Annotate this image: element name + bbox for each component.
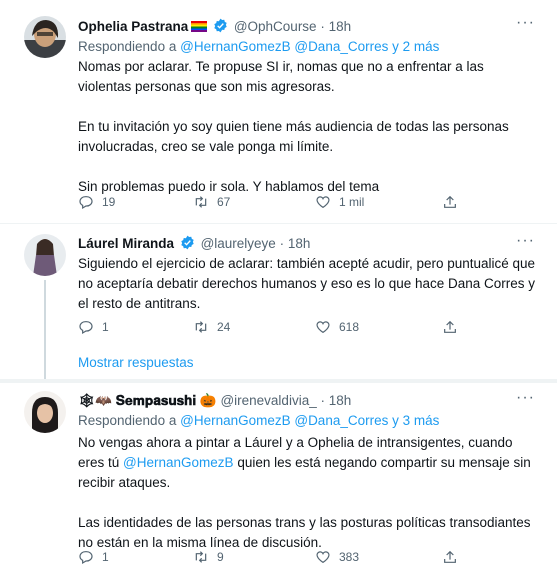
retweet-count: 24 <box>217 320 231 334</box>
retweet-icon <box>195 196 207 208</box>
tweet-time[interactable]: · 18h <box>280 236 311 251</box>
retweet-count: 9 <box>217 550 224 564</box>
author-name[interactable]: Láurel Miranda <box>78 236 174 251</box>
retweet-icon <box>195 321 207 333</box>
reply-icon <box>79 551 93 565</box>
avatar-ophelia[interactable] <box>24 16 66 58</box>
retweet-button[interactable]: 24 <box>193 319 230 335</box>
share-icon <box>444 320 456 333</box>
retweet-icon <box>195 551 207 563</box>
tweet-paragraph: No vengas ahora a pintar a Láurel y a Op… <box>78 433 538 493</box>
author-name-suffix: 🎃 <box>199 393 217 408</box>
author-name[interactable]: Ophelia Pastrana <box>78 19 188 34</box>
tweet-sempasushi[interactable]: 🕸🦇 𝐒𝐞𝐦𝐩𝐚𝐬𝐮𝐬𝐡𝐢 🎃 @irenevaldivia_ · 18h ··… <box>0 383 557 583</box>
reply-count: 1 <box>102 320 109 334</box>
share-icon <box>444 550 456 563</box>
reply-button[interactable]: 19 <box>78 194 115 210</box>
tweet-paragraph: Nomas por aclarar. Te propuse SI ir, nom… <box>78 59 484 94</box>
like-count: 383 <box>339 550 360 564</box>
reply-icon <box>79 196 93 210</box>
thread-line <box>44 280 46 379</box>
author-name-prefix: 🕸🦇 <box>78 393 112 408</box>
tweet-text: Nomas por aclarar. Te propuse SI ir, nom… <box>78 57 538 197</box>
retweet-count: 67 <box>217 195 231 209</box>
share-button[interactable] <box>442 319 458 335</box>
author-handle[interactable]: @irenevaldivia_ <box>220 393 316 408</box>
share-button[interactable] <box>442 549 458 565</box>
more-icon[interactable]: ··· <box>516 389 535 407</box>
like-icon <box>316 321 330 334</box>
replying-to: Respondiendo a @HernanGomezB @Dana_Corre… <box>78 413 439 428</box>
like-count: 1 mil <box>339 195 365 209</box>
replying-to: Respondiendo a @HernanGomezB @Dana_Corre… <box>78 39 439 54</box>
like-button[interactable]: 618 <box>315 319 359 335</box>
reply-count: 1 <box>102 550 109 564</box>
tweet-actions: 1 24 618 <box>78 319 478 339</box>
reply-count: 19 <box>102 195 116 209</box>
tweet-actions: 1 9 383 <box>78 549 478 569</box>
tweet-laurel[interactable]: Láurel Miranda @laurelyeye · 18h ··· Sig… <box>0 224 557 379</box>
verified-badge-icon <box>214 18 227 33</box>
share-icon <box>444 195 456 208</box>
like-count: 618 <box>339 320 360 334</box>
pride-flag-icon <box>191 21 208 32</box>
more-icon[interactable]: ··· <box>516 232 535 250</box>
like-button[interactable]: 1 mil <box>315 194 364 210</box>
replying-prefix: Respondiendo a <box>78 39 177 54</box>
reply-button[interactable]: 1 <box>78 319 109 335</box>
tweet-paragraph: Las identidades de las personas trans y … <box>78 515 531 550</box>
tweet-ophelia[interactable]: Ophelia Pastrana @OphCourse · 18h ··· Re… <box>0 0 557 223</box>
like-button[interactable]: 383 <box>315 549 359 565</box>
replying-to-link[interactable]: @HernanGomezB @Dana_Corres y 2 más <box>180 39 439 54</box>
like-icon <box>316 196 330 209</box>
verified-badge-icon <box>181 235 194 250</box>
author-name[interactable]: 𝐒𝐞𝐦𝐩𝐚𝐬𝐮𝐬𝐡𝐢 <box>116 393 196 408</box>
tweet-time[interactable]: · 18h <box>320 393 351 408</box>
tweet-actions: 19 67 1 mil <box>78 194 478 214</box>
tweet-time[interactable]: · 18h <box>320 19 351 34</box>
mention-link[interactable]: @HernanGomezB <box>123 455 234 470</box>
avatar-laurel[interactable] <box>24 234 66 276</box>
reply-icon <box>79 321 93 335</box>
reply-button[interactable]: 1 <box>78 549 109 565</box>
more-icon[interactable]: ··· <box>516 14 535 32</box>
tweet-text: Siguiendo el ejercicio de aclarar: tambi… <box>78 254 538 314</box>
avatar-sempasushi[interactable] <box>24 391 66 433</box>
author-handle[interactable]: @laurelyeye <box>201 236 276 251</box>
show-replies-link[interactable]: Mostrar respuestas <box>78 355 194 370</box>
replying-prefix: Respondiendo a <box>78 413 177 428</box>
share-button[interactable] <box>442 194 458 210</box>
tweet-paragraph: Siguiendo el ejercicio de aclarar: tambi… <box>78 256 536 311</box>
retweet-button[interactable]: 67 <box>193 194 230 210</box>
author-handle[interactable]: @OphCourse <box>234 19 317 34</box>
retweet-button[interactable]: 9 <box>193 549 224 565</box>
tweet-text: No vengas ahora a pintar a Láurel y a Op… <box>78 433 538 553</box>
like-icon <box>316 551 330 564</box>
replying-to-link[interactable]: @HernanGomezB @Dana_Corres y 3 más <box>180 413 439 428</box>
tweet-paragraph: En tu invitación yo soy quien tiene más … <box>78 119 509 154</box>
